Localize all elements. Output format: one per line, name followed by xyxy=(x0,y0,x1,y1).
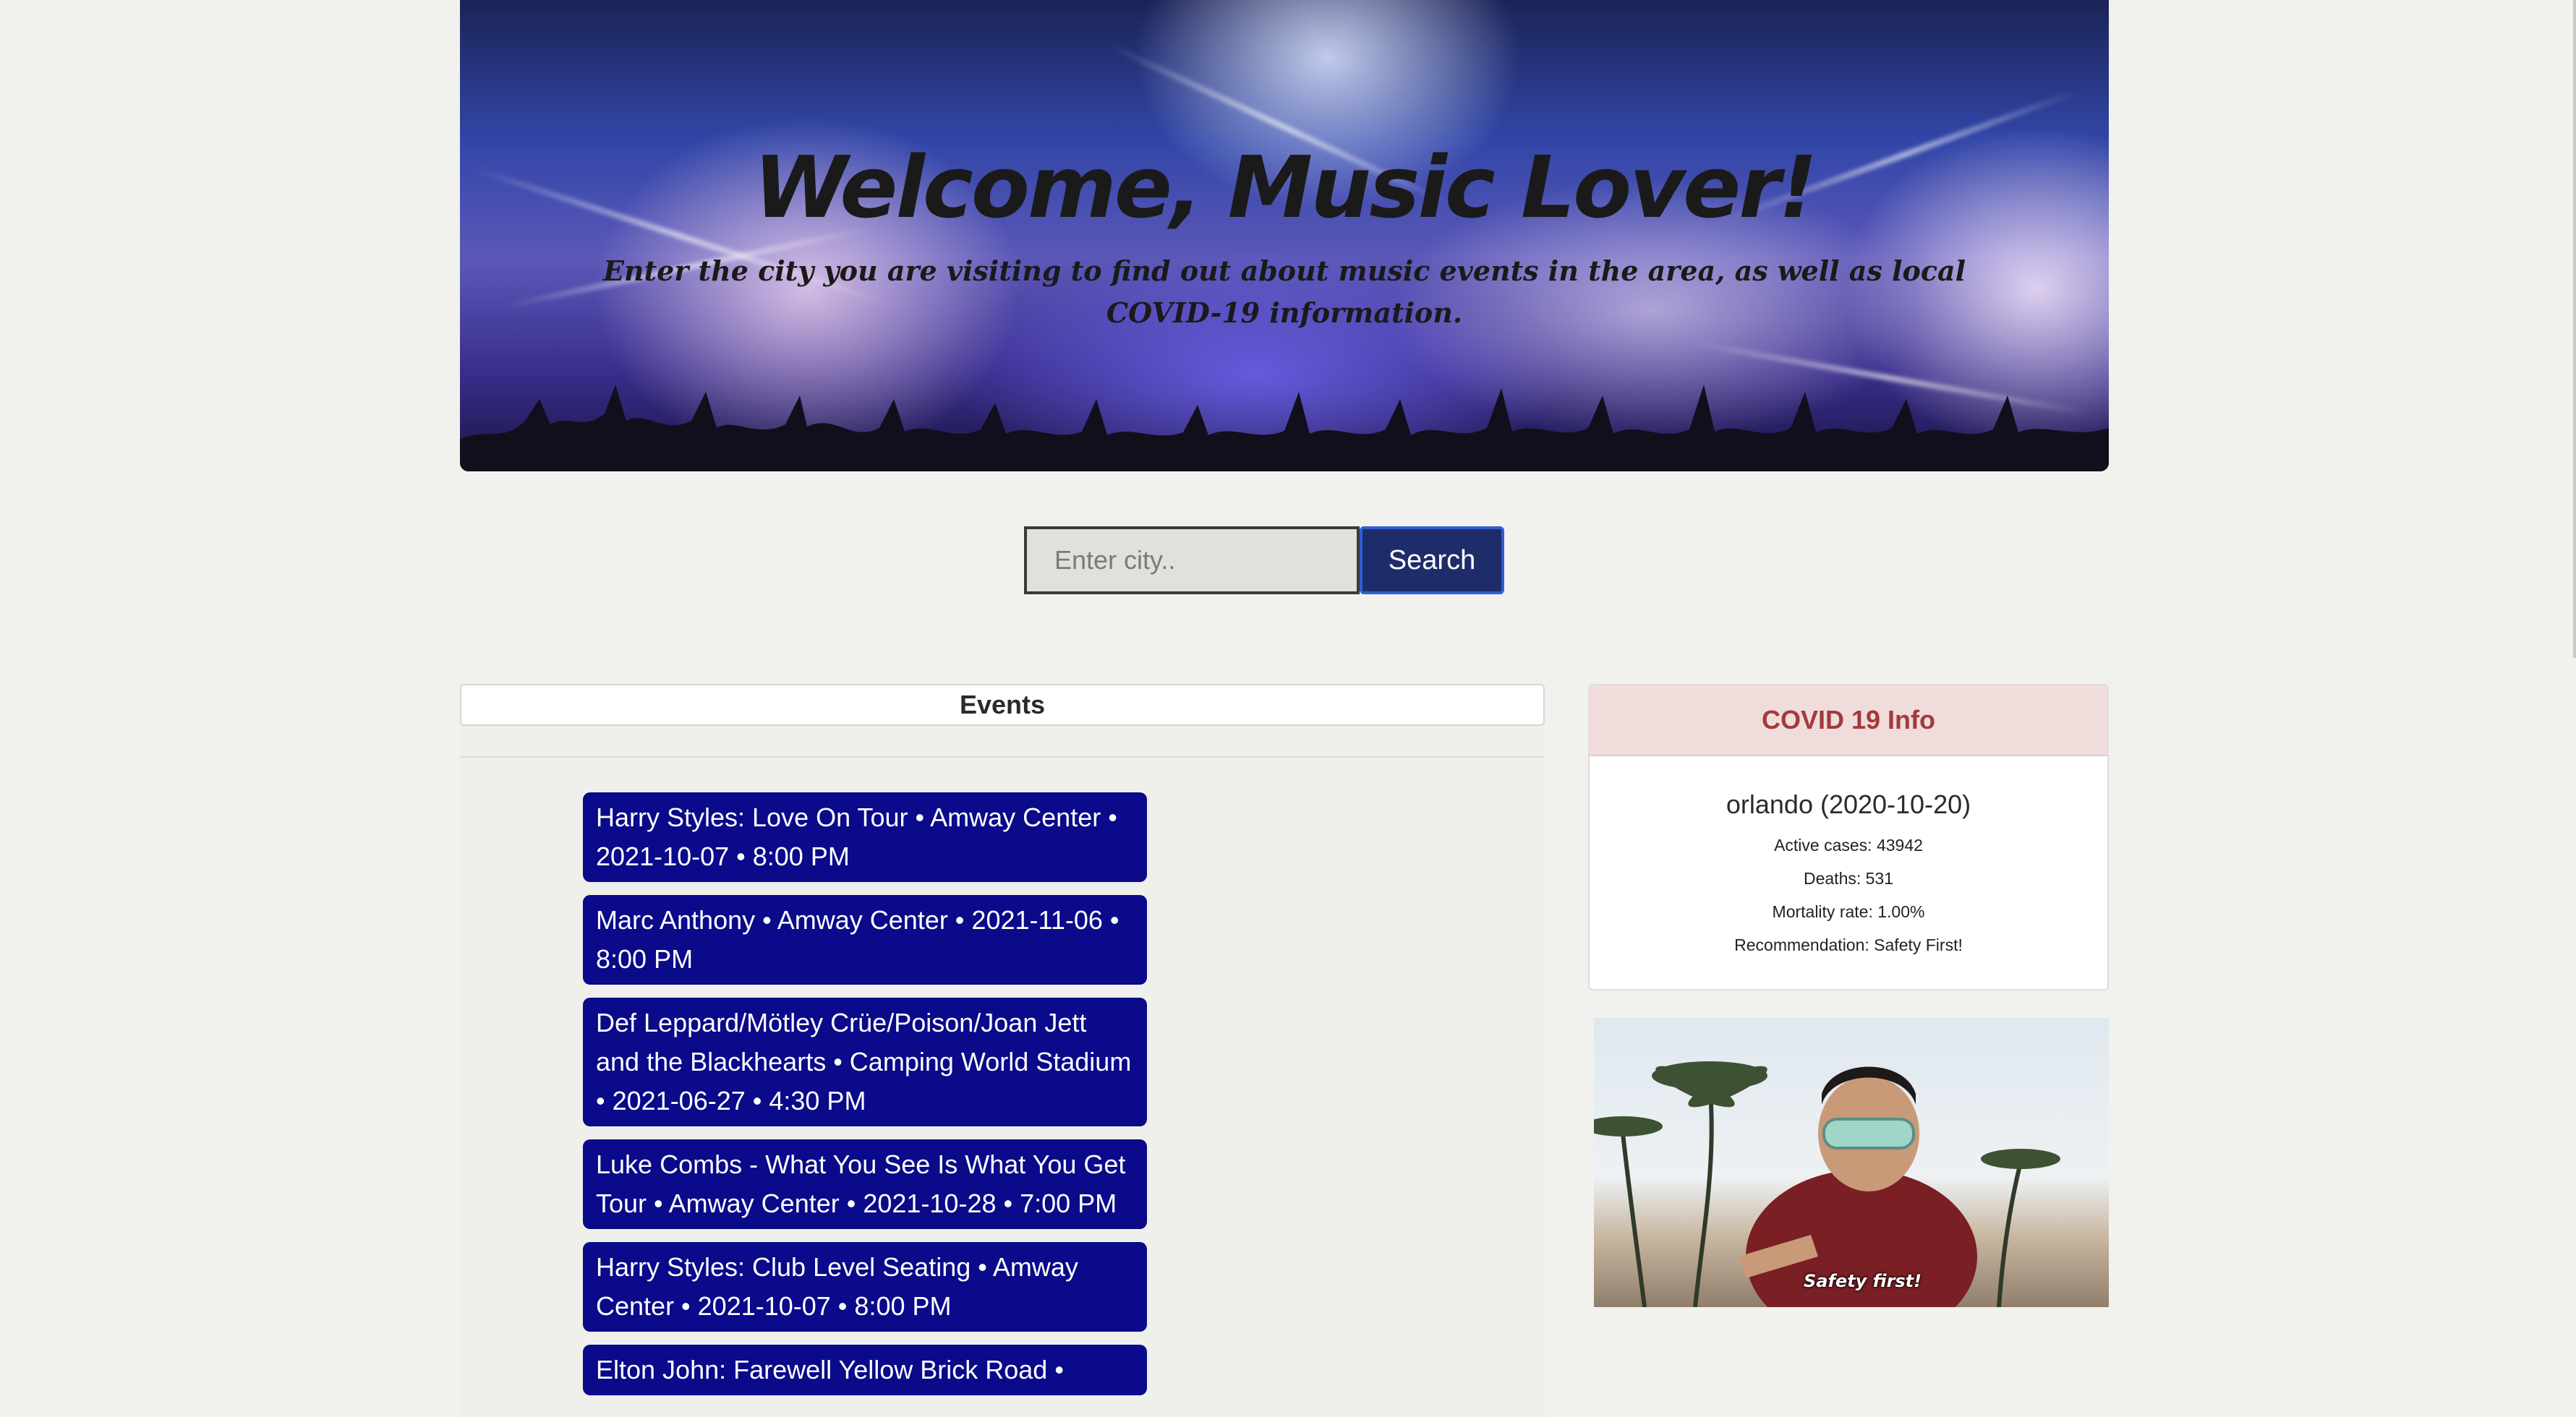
event-item[interactable]: Elton John: Farewell Yellow Brick Road • xyxy=(583,1345,1147,1395)
covid-deaths: Deaths: 531 xyxy=(1803,869,1894,888)
covid-info-card: COVID 19 Info orlando (2020-10-20) Activ… xyxy=(1588,684,2109,990)
search-button[interactable]: Search xyxy=(1360,526,1504,594)
event-item[interactable]: Luke Combs - What You See Is What You Ge… xyxy=(583,1139,1147,1229)
covid-header: COVID 19 Info xyxy=(1590,685,2107,756)
event-item[interactable]: Marc Anthony • Amway Center • 2021-11-06… xyxy=(583,895,1147,985)
covid-mortality-rate: Mortality rate: 1.00% xyxy=(1772,902,1925,921)
page-title: Welcome, Music Lover! xyxy=(753,137,1817,237)
event-item[interactable]: Harry Styles: Love On Tour • Amway Cente… xyxy=(583,792,1147,882)
hero-banner: Welcome, Music Lover! Enter the city you… xyxy=(460,0,2109,471)
event-item[interactable]: Harry Styles: Club Level Seating • Amway… xyxy=(583,1242,1147,1332)
event-item[interactable]: Def Leppard/Mötley Crüe/Poison/Joan Jett… xyxy=(583,998,1147,1126)
events-list: Harry Styles: Love On Tour • Amway Cente… xyxy=(583,792,1147,1408)
events-header: Events xyxy=(460,684,1545,726)
events-column: Events Harry Styles: Love On Tour • Amwa… xyxy=(460,684,1545,1417)
scrollbar[interactable] xyxy=(2573,0,2576,658)
covid-active-cases: Active cases: 43942 xyxy=(1774,836,1923,855)
events-divider xyxy=(460,756,1545,758)
covid-city-date: orlando (2020-10-20) xyxy=(1726,789,1971,819)
gif-caption: Safety first! xyxy=(1804,1271,1922,1291)
city-search-input[interactable] xyxy=(1024,526,1360,594)
gif-scene xyxy=(1594,1061,2060,1307)
crowd-silhouette xyxy=(460,385,2109,471)
safety-first-gif: Safety first! xyxy=(1594,1018,2109,1307)
page-subtitle: Enter the city you are visiting to find … xyxy=(602,254,1966,329)
covid-recommendation: Recommendation: Safety First! xyxy=(1734,936,1963,954)
